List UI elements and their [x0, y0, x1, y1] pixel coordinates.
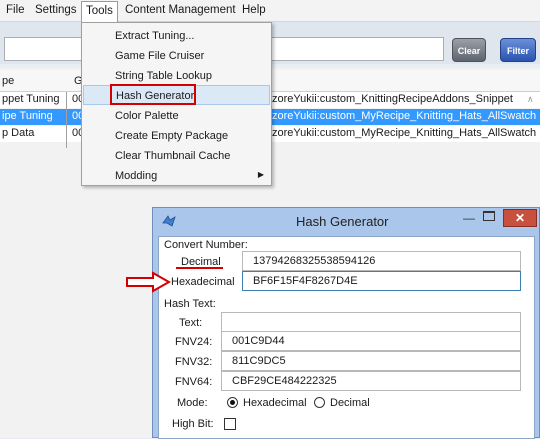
cell-type: ipe Tuning	[2, 110, 53, 122]
menu-item-game-file-cruiser[interactable]: Game File Cruiser	[83, 46, 270, 66]
clear-button[interactable]: Clear	[452, 38, 486, 62]
scroll-up-icon[interactable]: ∧	[527, 94, 534, 105]
menu-file[interactable]: File	[6, 4, 25, 16]
mode-label: Mode:	[177, 397, 208, 409]
menu-bar: File Settings Tools Content Management H…	[0, 0, 540, 22]
dialog-title-bar[interactable]: Hash Generator — ✕	[153, 208, 540, 236]
menu-item-modding-label: Modding	[115, 170, 158, 182]
menu-tools[interactable]: Tools	[81, 1, 118, 22]
cell-name: zoreYukii:custom_MyRecipe_Knitting_Hats_…	[272, 110, 537, 122]
annotation-arrow-icon	[126, 271, 171, 293]
menu-item-color-palette[interactable]: Color Palette	[83, 106, 270, 126]
menu-item-create-empty-package[interactable]: Create Empty Package	[83, 126, 270, 146]
cell-type: ppet Tuning	[2, 93, 60, 105]
decimal-input[interactable]: 13794268325538594126	[242, 251, 521, 271]
fnv64-label: FNV64:	[175, 376, 213, 388]
filter-button[interactable]: Filter	[500, 38, 536, 62]
minimize-icon[interactable]: —	[463, 211, 475, 225]
mode-decimal-radio[interactable]	[314, 397, 325, 408]
submenu-arrow-icon: ▶	[257, 170, 264, 179]
close-icon[interactable]: ✕	[503, 209, 537, 227]
fnv24-label: FNV24:	[175, 336, 213, 348]
high-bit-label: High Bit:	[172, 418, 214, 430]
dialog-title: Hash Generator	[296, 214, 389, 229]
menu-settings[interactable]: Settings	[35, 4, 77, 16]
mode-decimal-label: Decimal	[330, 397, 370, 409]
annotation-highlight-box	[110, 84, 196, 105]
cell-type: p Data	[2, 127, 35, 139]
menu-item-modding[interactable]: Modding ▶	[83, 166, 270, 186]
hash-text-label: Hash Text:	[164, 298, 216, 310]
text-input[interactable]	[221, 312, 521, 332]
fnv24-output[interactable]: 001C9D44	[221, 331, 521, 351]
hexadecimal-input[interactable]: BF6F15F4F8267D4E	[242, 271, 521, 291]
high-bit-checkbox[interactable]	[224, 418, 236, 430]
fnv32-output[interactable]: 811C9DC5	[221, 351, 521, 371]
mode-hexadecimal-radio[interactable]	[227, 397, 238, 408]
fnv32-label: FNV32:	[175, 356, 213, 368]
menu-item-string-table-lookup[interactable]: String Table Lookup	[83, 66, 270, 86]
cell-name: zoreYukii:custom_KnittingRecipeAddons_Sn…	[272, 93, 513, 105]
column-divider	[66, 92, 67, 148]
app-icon	[162, 215, 176, 227]
menu-content-management[interactable]: Content Management	[125, 4, 236, 16]
maximize-icon[interactable]	[483, 211, 495, 221]
fnv64-output[interactable]: CBF29CE484222325	[221, 371, 521, 391]
text-label: Text:	[179, 317, 203, 329]
menu-help[interactable]: Help	[242, 4, 266, 16]
hexadecimal-label: Hexadecimal	[171, 276, 235, 288]
annotation-underline	[176, 267, 223, 269]
column-header-type[interactable]: pe	[2, 75, 14, 87]
convert-number-label: Convert Number:	[164, 239, 248, 251]
mode-hexadecimal-label: Hexadecimal	[243, 397, 307, 409]
cell-name: zoreYukii:custom_MyRecipe_Knitting_Hats_…	[272, 127, 537, 139]
menu-item-clear-thumbnail-cache[interactable]: Clear Thumbnail Cache	[83, 146, 270, 166]
menu-item-extract-tuning[interactable]: Extract Tuning...	[83, 26, 270, 46]
